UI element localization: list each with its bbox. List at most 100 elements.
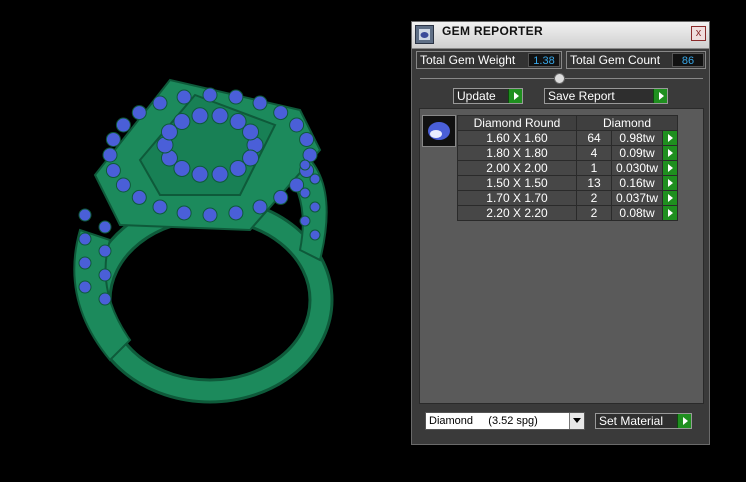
gem-size-cell: 2.20 X 2.20: [457, 205, 577, 221]
gem-size-cell: 2.00 X 2.00: [457, 160, 577, 176]
gem-count-cell: 4: [576, 145, 612, 161]
gem-count-cell: 64: [576, 130, 612, 146]
column-header-material: Diamond: [576, 115, 678, 131]
select-row-arrow-icon[interactable]: [662, 130, 678, 146]
ring-stone: [299, 131, 315, 147]
ring-stone: [273, 189, 289, 205]
gem-table: Diamond Round Diamond 1.60 X 1.60 64 0.98t…: [457, 115, 678, 221]
material-select-value: Diamond (3.52 spg): [429, 415, 538, 427]
ring-stone: [115, 117, 131, 133]
ring-stone: [176, 89, 192, 105]
table-row[interactable]: 1.80 X 1.80 4 0.09tw: [457, 145, 678, 161]
3d-viewport[interactable]: [0, 0, 410, 482]
ring-stone: [105, 163, 121, 179]
select-row-arrow-icon[interactable]: [662, 160, 678, 176]
material-select[interactable]: Diamond (3.52 spg): [425, 412, 585, 430]
ring-stone: [152, 199, 168, 215]
table-row[interactable]: 1.70 X 1.70 2 0.037tw: [457, 190, 678, 206]
play-arrow-icon: [677, 414, 691, 428]
select-row-arrow-icon[interactable]: [662, 145, 678, 161]
close-icon[interactable]: x: [691, 26, 706, 41]
gem-count-cell: 2: [576, 205, 612, 221]
ring-stone: [211, 107, 229, 125]
ring-stone: [152, 95, 168, 111]
gem-count-cell: 2: [576, 190, 612, 206]
total-gem-count: Total Gem Count 86: [566, 51, 706, 69]
ring-stone: [252, 95, 268, 111]
play-arrow-icon: [653, 89, 667, 103]
gem-oval-icon[interactable]: [422, 115, 456, 147]
gem-weight-cell: 0.16tw: [611, 175, 663, 191]
ring-stone: [211, 165, 229, 183]
ring-stone: [228, 205, 244, 221]
ring-stone: [78, 208, 92, 222]
total-gem-count-value: 86: [672, 53, 704, 67]
select-row-arrow-icon[interactable]: [662, 190, 678, 206]
ring-stone: [78, 256, 92, 270]
gem-weight-cell: 0.030tw: [611, 160, 663, 176]
ring-stone: [202, 87, 218, 103]
gem-size-cell: 1.60 X 1.60: [457, 130, 577, 146]
select-row-arrow-icon[interactable]: [662, 175, 678, 191]
table-row[interactable]: 2.20 X 2.20 2 0.08tw: [457, 205, 678, 221]
total-gem-weight-value: 1.38: [528, 53, 560, 67]
ring-stone: [98, 292, 112, 306]
total-gem-count-label: Total Gem Count: [570, 53, 661, 67]
gem-list[interactable]: Diamond Round Diamond 1.60 X 1.60 64 0.98t…: [419, 108, 704, 404]
ring-stone: [252, 199, 268, 215]
total-gem-weight: Total Gem Weight 1.38: [416, 51, 562, 69]
ring-stone: [228, 89, 244, 105]
set-material-button-label: Set Material: [599, 414, 664, 428]
collapse-knob-icon[interactable]: [554, 73, 565, 84]
update-button[interactable]: Update: [453, 88, 523, 104]
gem-count-cell: 13: [576, 175, 612, 191]
gem-weight-cell: 0.037tw: [611, 190, 663, 206]
gem-reporter-app-icon: [415, 25, 434, 44]
ring-stone: [98, 220, 112, 234]
ring-stone: [78, 232, 92, 246]
ring-stone: [273, 105, 289, 121]
ring-stone: [131, 105, 147, 121]
table-row[interactable]: 2.00 X 2.00 1 0.030tw: [457, 160, 678, 176]
save-report-button[interactable]: Save Report: [544, 88, 668, 104]
ring-stone: [173, 113, 191, 131]
title-bar[interactable]: GEM REPORTER x: [412, 22, 709, 49]
set-material-button[interactable]: Set Material: [595, 413, 692, 429]
ring-stone: [309, 173, 321, 185]
ring-stone: [98, 244, 112, 258]
ring-stone: [78, 280, 92, 294]
ring-stone: [299, 187, 311, 199]
gem-reporter-panel: GEM REPORTER x Total Gem Weight 1.38 Tot…: [411, 21, 710, 445]
gem-table-header: Diamond Round Diamond: [457, 115, 678, 131]
column-header-shape: Diamond Round: [457, 115, 577, 131]
ring-stone: [202, 207, 218, 223]
select-row-arrow-icon[interactable]: [662, 205, 678, 221]
ring-stone: [105, 131, 121, 147]
ring-stone: [131, 189, 147, 205]
gem-size-cell: 1.70 X 1.70: [457, 190, 577, 206]
ring-stone: [309, 229, 321, 241]
ring-3d-model[interactable]: [0, 0, 410, 482]
gem-weight-cell: 0.98tw: [611, 130, 663, 146]
gem-size-cell: 1.50 X 1.50: [457, 175, 577, 191]
ring-stone: [98, 268, 112, 282]
gem-count-cell: 1: [576, 160, 612, 176]
ring-stone: [309, 201, 321, 213]
ring-stone: [299, 215, 311, 227]
ring-stone: [176, 205, 192, 221]
panel-title: GEM REPORTER: [442, 24, 543, 38]
table-row[interactable]: 1.50 X 1.50 13 0.16tw: [457, 175, 678, 191]
chevron-down-icon[interactable]: [569, 413, 584, 429]
ring-stone: [242, 123, 260, 141]
ring-stone: [102, 147, 118, 163]
ring-stone: [299, 159, 311, 171]
ring-stone: [191, 165, 209, 183]
gem-weight-cell: 0.08tw: [611, 205, 663, 221]
total-gem-weight-label: Total Gem Weight: [420, 53, 516, 67]
ring-stone: [229, 159, 247, 177]
play-arrow-icon: [508, 89, 522, 103]
ring-stone: [289, 117, 305, 133]
gem-weight-cell: 0.09tw: [611, 145, 663, 161]
table-row[interactable]: 1.60 X 1.60 64 0.98tw: [457, 130, 678, 146]
save-report-button-label: Save Report: [548, 89, 615, 103]
